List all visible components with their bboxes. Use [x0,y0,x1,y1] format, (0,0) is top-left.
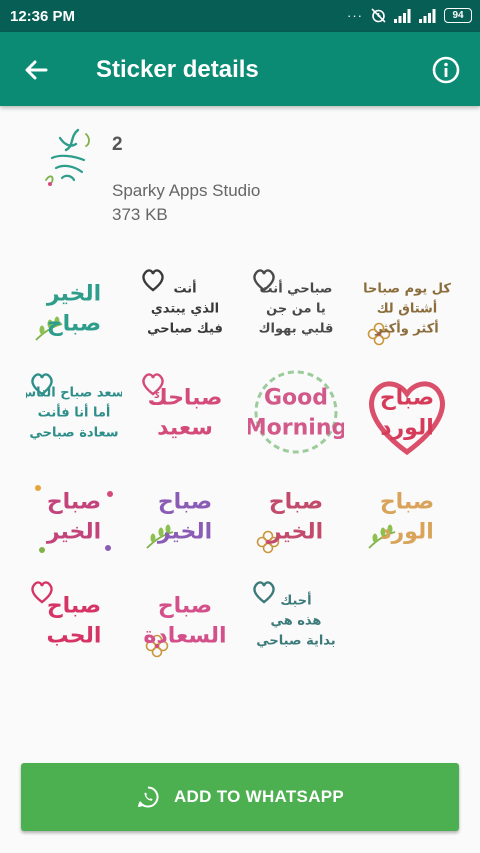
info-icon[interactable] [430,54,462,86]
sticker-text: الورد [380,416,434,441]
sticker-cell[interactable]: أنت الذي يبتدي فيك صباحي [129,256,240,360]
sticker-text: صباح [268,490,322,515]
sticker-image: الخير صباح [34,282,101,341]
sticker-cell[interactable]: صباح السعادة [129,568,240,672]
sticker-cell[interactable]: Good Morning [240,360,351,464]
sticker-cell[interactable]: صباح الخير [129,464,240,568]
sticker-grid: الخير صباح أنت الذي يبتدي فيك صباحي صباحي أنت… [18,256,462,672]
sticker-image: كل يوم صباحا أشتاق لك أكثر وأكثر [363,282,451,346]
sticker-cell[interactable]: صباح الورد [351,464,462,568]
sticker-text: صباح [46,312,100,337]
battery-icon: 94 [444,8,472,23]
sticker-cell[interactable]: صباح الورد [351,360,462,464]
sticker-text: يسعد صباح الناس [26,386,122,401]
sticker-text: صباح [157,490,211,515]
sticker-text: أشتاق لك [376,300,437,317]
sticker-cell[interactable]: صباح الخير [18,464,129,568]
sticker-image: أنت الذي يبتدي فيك صباحي [141,269,223,337]
sticker-text: صباحك [147,386,222,411]
sticker-image: صباح الخير [256,490,323,554]
sticker-text: الحب [46,624,101,649]
sticker-image: صباح الخير [34,485,113,553]
sticker-text: يا من جن [266,302,326,317]
sticker-text: الخير [45,520,100,545]
sticker-text: صباح [157,594,211,619]
sticker-text: Morning [248,416,344,441]
sticker-text: هذه هي [270,614,321,629]
sticker-cell[interactable]: يسعد صباح الناس أما أنا فأنت سعادة صباحي [18,360,129,464]
sticker-text: صباح [379,386,433,411]
status-overflow-dots: ··· [347,8,363,23]
sticker-text: صباح [46,594,100,619]
sticker-cell[interactable]: صباحي أنت يا من جن قلبي بهواك [240,256,351,360]
page-title: Sticker details [96,56,259,83]
status-bar: 12:36 PM ··· 94 [0,0,480,32]
sticker-text: سعيد [157,416,213,441]
sticker-image: يسعد صباح الناس أما أنا فأنت سعادة صباحي [26,373,122,441]
sticker-image: صباح الورد [368,381,445,456]
add-to-whatsapp-label: ADD TO WHATSAPP [173,787,345,806]
sticker-text: أكثر وأكثر [374,320,438,337]
sticker-cell[interactable]: صباحك سعيد [129,360,240,464]
pack-publisher: Sparky Apps Studio [112,181,261,200]
sticker-text: سعادة صباحي [29,426,118,441]
sticker-image: صباح الورد [367,490,434,549]
add-to-whatsapp-button[interactable]: ADD TO WHATSAPP [21,763,459,831]
signal-icon [394,8,411,23]
sticker-text: الورد [380,520,434,545]
sticker-image: صباح السعادة [143,594,226,658]
sticker-text: فيك صباحي [147,322,223,337]
sticker-cell[interactable]: الخير صباح [18,256,129,360]
heart-decoration [252,581,275,604]
sticker-cell[interactable]: صباح الحب [18,568,129,672]
sticker-text: قلبي بهواك [258,322,333,337]
pack-name: 2 [112,134,123,155]
sticker-text: السعادة [143,624,226,649]
pack-size: 373 KB [112,205,168,224]
sticker-image: Good Morning [248,370,344,454]
sticker-text: صباح [379,490,433,515]
sticker-text: صباحي أنت [259,280,332,297]
sticker-pack-header: 2 Sparky Apps Studio 373 KB [0,106,480,246]
sticker-text: الذي يبتدي [150,302,218,317]
sticker-image: صباحك سعيد [141,373,222,441]
sticker-text: الخير [45,282,100,307]
sticker-text: Good [263,386,327,411]
sticker-text: الخير [267,520,322,545]
sticker-image: صباحي أنت يا من جن قلبي بهواك [252,269,333,337]
sticker-text: صباح [46,490,100,515]
status-time: 12:36 PM [10,8,76,25]
sticker-text: أحبك [280,592,311,609]
sticker-cell[interactable]: صباح الخير [240,464,351,568]
sticker-text: الخير [156,520,211,545]
sticker-text: أنت [173,280,196,297]
sticker-text: بداية صباحي [256,634,335,649]
alarm-off-icon [371,8,386,23]
sticker-text: كل يوم صباحا [363,282,451,297]
app-bar: Sticker details [0,32,480,106]
heart-decoration [141,269,164,292]
sticker-image: أحبك هذه هي بداية صباحي [252,581,335,649]
sticker-cell[interactable]: كل يوم صباحا أشتاق لك أكثر وأكثر [351,256,462,360]
sticker-text: أما أنا فأنت [37,404,110,421]
sticker-image: صباح الخير [145,490,212,549]
sticker-image: صباح الحب [30,581,101,649]
status-icons: ··· 94 [347,7,472,24]
whatsapp-icon [137,786,159,808]
signal-icon-2 [419,8,436,23]
sticker-cell[interactable]: أحبك هذه هي بداية صباحي [240,568,351,672]
arrow-back-icon[interactable] [20,54,52,86]
tray-sticker-icon [45,128,90,186]
